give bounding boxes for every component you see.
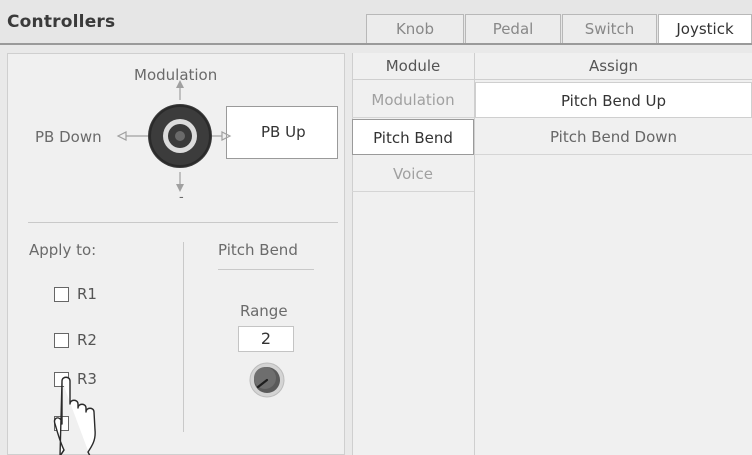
joystick-left-label: PB Down <box>35 128 102 146</box>
header-divider <box>0 43 752 45</box>
apply-to-label: Apply to: <box>29 241 97 259</box>
controllers-screen: Controllers Knob Pedal Switch Joystick M… <box>0 0 752 455</box>
pitch-bend-underline <box>218 269 314 270</box>
tab-joystick[interactable]: Joystick <box>658 14 752 44</box>
header-rule <box>352 79 752 80</box>
panel-divider <box>28 222 338 223</box>
tab-knob[interactable]: Knob <box>366 14 464 44</box>
assign-header: Assign <box>588 57 639 75</box>
module-header: Module <box>385 57 441 75</box>
range-value-field[interactable]: 2 <box>238 326 294 352</box>
knob-icon[interactable] <box>248 361 286 399</box>
checkbox-r1[interactable] <box>54 287 69 302</box>
joystick-icon[interactable] <box>110 78 260 196</box>
assign-item-pitch-bend-down[interactable]: Pitch Bend Down <box>475 119 752 155</box>
checkbox-r2-label: R2 <box>77 331 97 349</box>
pitch-bend-title: Pitch Bend <box>218 241 298 259</box>
tab-pedal[interactable]: Pedal <box>465 14 561 44</box>
tab-switch[interactable]: Switch <box>562 14 657 44</box>
range-label: Range <box>240 302 288 320</box>
module-item-voice[interactable]: Voice <box>352 156 474 192</box>
checkbox-r2[interactable] <box>54 333 69 348</box>
joystick-right-label: PB Up <box>261 123 306 141</box>
assign-item-pitch-bend-up[interactable]: Pitch Bend Up <box>475 82 752 118</box>
page-title: Controllers <box>7 12 116 32</box>
module-item-pitch-bend[interactable]: Pitch Bend <box>352 119 474 155</box>
header-bar: Controllers Knob Pedal Switch Joystick <box>0 0 752 44</box>
checkbox-r1-label: R1 <box>77 285 97 303</box>
apply-divider <box>183 242 184 432</box>
hand-pointer-icon <box>53 376 96 455</box>
module-item-modulation[interactable]: Modulation <box>352 82 474 118</box>
